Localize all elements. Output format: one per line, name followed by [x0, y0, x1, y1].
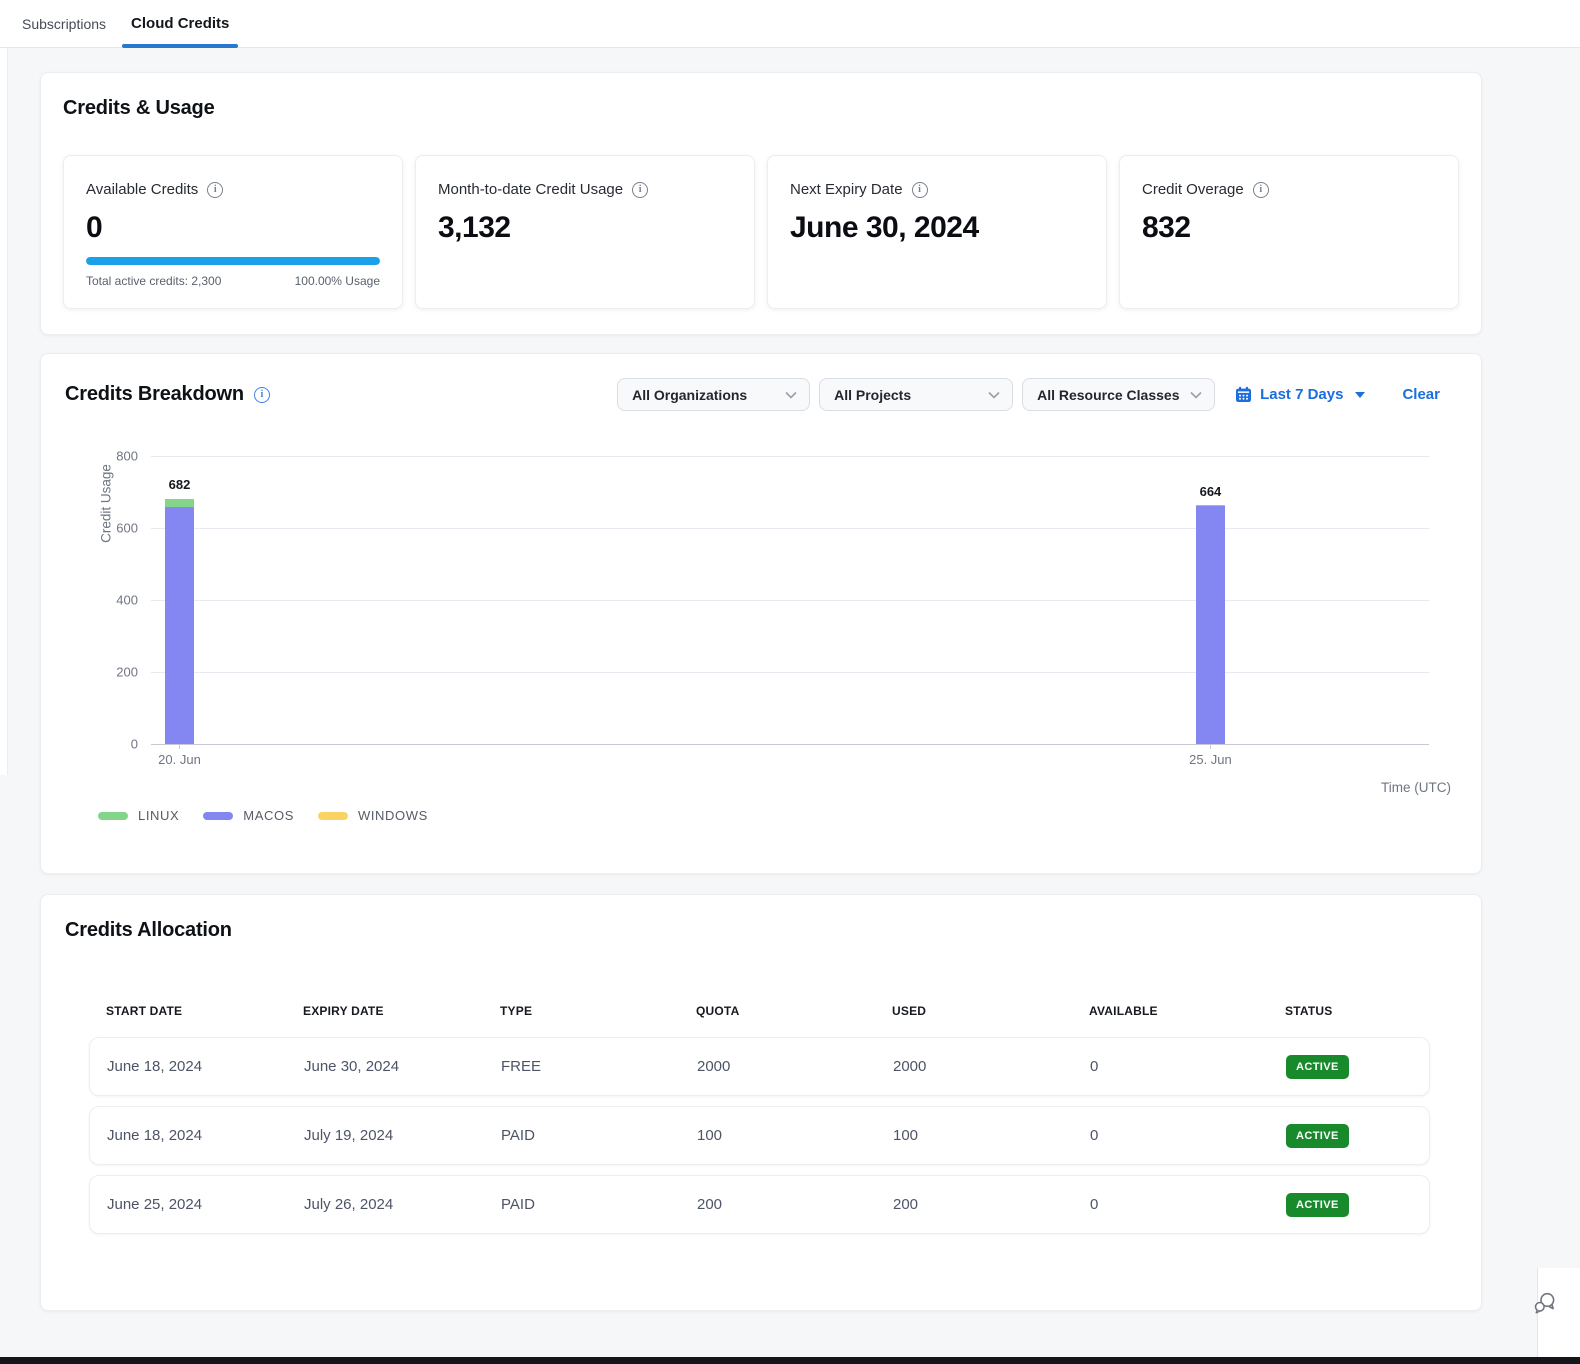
col-quota: QUOTA	[679, 1004, 875, 1018]
col-available: AVAILABLE	[1072, 1004, 1268, 1018]
status-badge: ACTIVE	[1286, 1055, 1349, 1079]
available-credits-label: Available Credits	[86, 181, 198, 198]
y-tick-label: 600	[116, 521, 138, 536]
col-start-date: START DATE	[89, 1004, 286, 1018]
credit-overage-value: 832	[1142, 211, 1436, 245]
chevron-down-icon	[988, 391, 1000, 399]
gridline	[151, 528, 1429, 529]
tab-subscriptions[interactable]: Subscriptions	[13, 0, 115, 47]
x-tick-label: 20. Jun	[158, 752, 201, 767]
caret-down-icon	[1355, 392, 1365, 398]
chevron-down-icon	[1190, 391, 1202, 399]
credits-usage-title: Credits & Usage	[63, 97, 1459, 120]
y-axis-title: Credit Usage	[99, 454, 114, 554]
bar-segment-linux[interactable]	[165, 499, 194, 508]
table-row: June 25, 2024 July 26, 2024 PAID 200 200…	[89, 1175, 1430, 1234]
chat-bubbles-icon	[1532, 1291, 1558, 1315]
linux-swatch-icon	[98, 812, 128, 820]
windows-swatch-icon	[318, 812, 348, 820]
bar-value-label: 664	[1200, 484, 1222, 499]
x-tick-mark	[1210, 744, 1211, 749]
total-active-credits: Total active credits: 2,300	[86, 274, 221, 288]
tab-bar: Subscriptions Cloud Credits	[0, 0, 1580, 48]
available-credits-card: Available Credits i 0 Total active credi…	[63, 155, 403, 309]
info-icon[interactable]: i	[207, 182, 223, 198]
credits-usage-section: Credits & Usage Available Credits i 0 To…	[40, 72, 1482, 335]
credits-breakdown-title: Credits Breakdown	[65, 383, 244, 406]
credit-overage-card: Credit Overage i 832	[1119, 155, 1459, 309]
legend-item[interactable]: MACOS	[203, 808, 294, 823]
gridline	[151, 456, 1429, 457]
mtd-usage-value: 3,132	[438, 211, 732, 245]
next-expiry-label: Next Expiry Date	[790, 181, 903, 198]
usage-percent: 100.00% Usage	[295, 274, 380, 288]
info-icon[interactable]: i	[912, 182, 928, 198]
next-expiry-card: Next Expiry Date i June 30, 2024	[767, 155, 1107, 309]
gridline	[151, 672, 1429, 673]
col-expiry-date: EXPIRY DATE	[286, 1004, 483, 1018]
y-tick-label: 200	[116, 665, 138, 680]
credits-allocation-title: Credits Allocation	[65, 919, 1481, 942]
next-expiry-value: June 30, 2024	[790, 211, 1084, 245]
col-status: STATUS	[1268, 1004, 1430, 1018]
mtd-usage-card: Month-to-date Credit Usage i 3,132	[415, 155, 755, 309]
y-tick-label: 400	[116, 593, 138, 608]
table-row: June 18, 2024 June 30, 2024 FREE 2000 20…	[89, 1037, 1430, 1096]
credit-usage-progress-fill	[86, 257, 380, 265]
y-tick-label: 800	[116, 449, 138, 464]
y-tick-label: 0	[131, 737, 138, 752]
credit-usage-progressbar	[86, 257, 380, 265]
legend-item[interactable]: LINUX	[98, 808, 179, 823]
gridline	[151, 600, 1429, 601]
status-badge: ACTIVE	[1286, 1124, 1349, 1148]
x-tick-mark	[179, 744, 180, 749]
chart-legend: LINUX MACOS WINDOWS	[98, 808, 1481, 823]
legend-item[interactable]: WINDOWS	[318, 808, 428, 823]
bar-segment-macos[interactable]	[165, 507, 194, 744]
bar-segment-macos[interactable]	[1196, 506, 1225, 744]
macos-swatch-icon	[203, 812, 233, 820]
calendar-icon	[1235, 386, 1252, 403]
clear-filters-button[interactable]: Clear	[1402, 386, 1440, 403]
col-used: USED	[875, 1004, 1072, 1018]
bar-value-label: 682	[169, 477, 191, 492]
x-axis-title: Time (UTC)	[1381, 780, 1451, 795]
resource-classes-filter[interactable]: All Resource Classes	[1022, 378, 1215, 411]
status-badge: ACTIVE	[1286, 1193, 1349, 1217]
bottom-bar	[0, 1357, 1580, 1364]
mtd-usage-label: Month-to-date Credit Usage	[438, 181, 623, 198]
table-row: June 18, 2024 July 19, 2024 PAID 100 100…	[89, 1106, 1430, 1165]
available-credits-value: 0	[86, 211, 380, 245]
tab-cloud-credits-label: Cloud Credits	[131, 15, 229, 32]
chat-support-button[interactable]	[1532, 1291, 1558, 1320]
credit-overage-label: Credit Overage	[1142, 181, 1244, 198]
date-range-picker[interactable]: Last 7 Days	[1235, 386, 1365, 403]
info-icon[interactable]: i	[1253, 182, 1269, 198]
credits-allocation-section: Credits Allocation START DATE EXPIRY DAT…	[40, 894, 1482, 1311]
credit-usage-chart-plot: Credit Usage Time (UTC) 0200400600800682…	[151, 456, 1429, 744]
info-icon[interactable]: i	[254, 387, 270, 403]
chevron-down-icon	[785, 391, 797, 399]
table-header-row: START DATE EXPIRY DATE TYPE QUOTA USED A…	[89, 1004, 1430, 1018]
bar-segment-linux[interactable]	[1196, 505, 1225, 506]
credits-breakdown-section: Credits Breakdown i All Organizations Al…	[40, 353, 1482, 874]
left-gutter	[0, 48, 8, 775]
x-tick-label: 25. Jun	[1189, 752, 1232, 767]
tab-cloud-credits[interactable]: Cloud Credits	[122, 0, 238, 47]
allocation-table: START DATE EXPIRY DATE TYPE QUOTA USED A…	[89, 1004, 1430, 1234]
info-icon[interactable]: i	[632, 182, 648, 198]
date-range-label: Last 7 Days	[1260, 386, 1343, 403]
gridline	[151, 744, 1429, 745]
projects-filter[interactable]: All Projects	[819, 378, 1013, 411]
tab-subscriptions-label: Subscriptions	[22, 16, 106, 32]
col-type: TYPE	[483, 1004, 679, 1018]
organizations-filter[interactable]: All Organizations	[617, 378, 810, 411]
